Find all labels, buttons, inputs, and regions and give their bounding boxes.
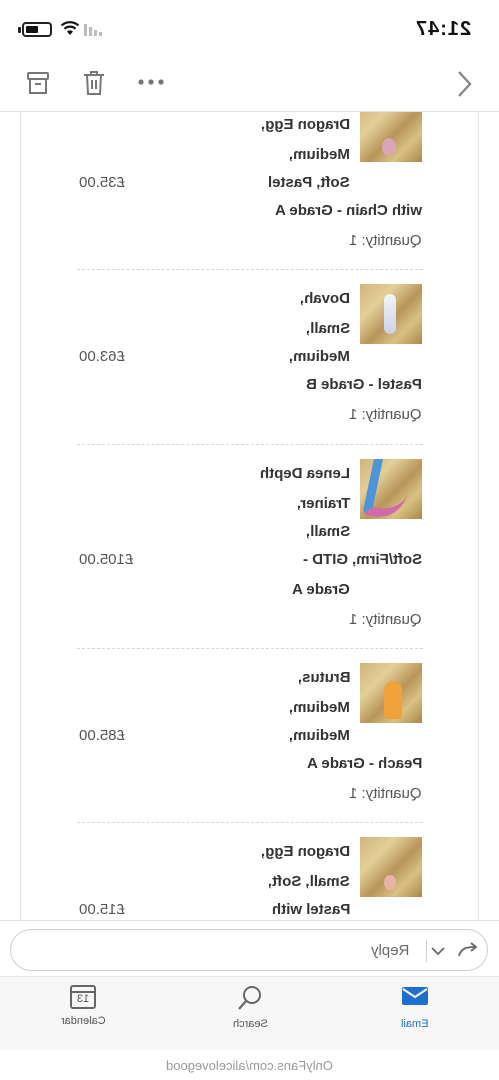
more-icon[interactable] (137, 78, 165, 86)
product-price: £15.00 (79, 901, 125, 918)
tab-email-label: Email (401, 1018, 429, 1030)
search-icon (238, 986, 261, 1010)
chevron-down-icon[interactable] (431, 946, 445, 956)
product-name-line: Grade A (292, 581, 350, 598)
item-separator (77, 822, 423, 823)
reply-button[interactable]: Reply (10, 929, 488, 971)
product-thumbnail (360, 112, 422, 162)
product-name-line: Medium, (289, 727, 350, 744)
trash-icon[interactable] (82, 70, 106, 96)
reply-divider (426, 940, 427, 962)
reply-label: Reply (370, 942, 409, 959)
reply-bar: Reply (0, 920, 499, 976)
product-price: £63.00 (79, 348, 125, 365)
product-quantity: Quantity: 1 (349, 611, 422, 628)
product-name-line: Dovah, (299, 290, 350, 307)
product-name-line: Medium, (289, 699, 350, 716)
product-price: £85.00 (79, 727, 125, 744)
tab-calendar-label: Calendar (60, 1015, 106, 1027)
product-name-line: Small, Soft, (268, 873, 350, 890)
tab-search[interactable]: Search (205, 985, 295, 1030)
product-thumbnail (360, 663, 422, 723)
reply-arrow-icon (458, 942, 478, 957)
item-separator (77, 269, 423, 270)
watermark: OnlyFans.com/alicelovegood (166, 1058, 333, 1073)
tab-email[interactable]: Email (370, 985, 460, 1030)
calendar-day: 13 (76, 993, 90, 1005)
tab-calendar[interactable]: 13 Calendar (38, 985, 128, 1027)
product-name-line: Medium, (289, 348, 350, 365)
product-thumbnail (360, 459, 422, 519)
product-quantity: Quantity: 1 (349, 785, 422, 802)
mail-icon (402, 987, 428, 1005)
tab-search-label: Search (232, 1018, 268, 1030)
product-name-line: Medium, (289, 146, 350, 163)
product-name-line: Soft/Firm, GITD - (302, 551, 422, 568)
battery-icon (22, 22, 52, 37)
product-name-line: Pastel with (271, 901, 350, 918)
product-thumbnail (360, 284, 422, 344)
product-name-line: with Chain - Grade A (275, 202, 422, 219)
item-separator (77, 648, 423, 649)
product-name-line: Brutus, (297, 669, 351, 686)
product-name-line: Soft, Pastel (268, 174, 350, 191)
product-price: £35.00 (79, 174, 125, 191)
product-quantity: Quantity: 1 (349, 406, 422, 423)
product-quantity: Quantity: 1 (349, 232, 422, 249)
status-time: 21:47 (414, 18, 471, 40)
bottom-tab-bar: Email Search 13 Calendar (0, 976, 499, 1050)
order-summary: Dragon Egg, Medium, Soft, Pastel £35.00 … (20, 112, 479, 920)
product-name-line: Dragon Egg, (260, 843, 350, 860)
archive-icon[interactable] (26, 70, 50, 96)
product-name-line: Dragon Egg, (260, 116, 350, 133)
product-name-line: Peach - Grade A (306, 755, 422, 772)
item-separator (77, 444, 423, 445)
product-name-line: Lenea Depth (259, 465, 350, 482)
cellular-signal-icon (84, 24, 102, 36)
calendar-icon: 13 (70, 985, 96, 1009)
product-name-line: Pastel - Grade B (306, 376, 422, 393)
product-name-line: Trainer, (296, 495, 350, 512)
product-thumbnail (360, 837, 422, 897)
battery-tip (18, 27, 21, 33)
product-name-line: Small, (305, 320, 350, 337)
status-bar: 21:47 (0, 0, 499, 56)
product-name-line: Small, (305, 523, 350, 540)
message-toolbar (0, 56, 499, 112)
wifi-icon (60, 21, 80, 35)
product-price: £105.00 (79, 551, 134, 568)
chevron-icon[interactable] (456, 70, 472, 98)
